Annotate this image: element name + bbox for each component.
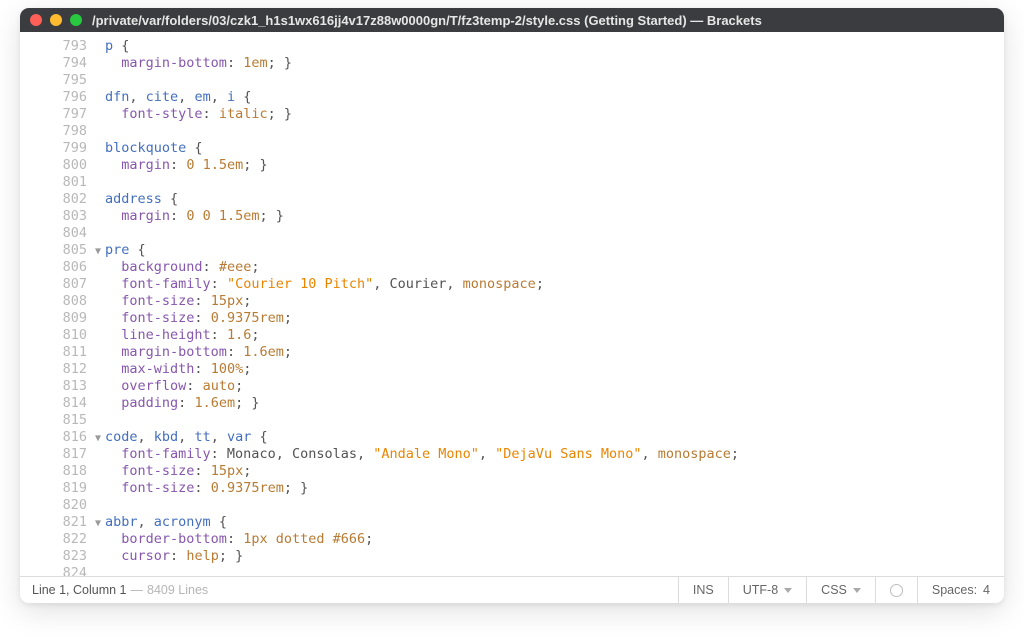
fold-toggle-icon[interactable]: ▼ (95, 515, 101, 532)
insert-mode-toggle[interactable]: INS (678, 577, 728, 603)
code-line[interactable]: background: #eee; (105, 259, 1004, 276)
line-number[interactable]: 796 (20, 89, 105, 106)
code-line[interactable]: font-size: 15px; (105, 293, 1004, 310)
line-number[interactable]: 809 (20, 310, 105, 327)
code-line[interactable]: padding: 1.6em; } (105, 395, 1004, 412)
line-number[interactable]: 799 (20, 140, 105, 157)
code-line[interactable]: pre { (105, 242, 1004, 259)
statusbar: Line 1, Column 1 — 8409 Lines INS UTF-8 … (20, 576, 1004, 603)
code-line[interactable]: margin: 0 0 1.5em; } (105, 208, 1004, 225)
code-line[interactable]: border-bottom: 1px dotted #666; (105, 531, 1004, 548)
chevron-down-icon (784, 588, 792, 593)
code-line[interactable] (105, 72, 1004, 89)
line-number[interactable]: 807 (20, 276, 105, 293)
cursor-position[interactable]: Line 1, Column 1 — 8409 Lines (20, 583, 208, 597)
line-number[interactable]: 805▼ (20, 242, 105, 259)
chevron-down-icon (853, 588, 861, 593)
line-number[interactable]: 812 (20, 361, 105, 378)
line-number[interactable]: 814 (20, 395, 105, 412)
line-number[interactable]: 821▼ (20, 514, 105, 531)
code-editor[interactable]: 793794795796797798799800801802803804805▼… (20, 32, 1004, 576)
line-number[interactable]: 804 (20, 225, 105, 242)
lint-status[interactable] (875, 577, 917, 603)
minimize-icon[interactable] (50, 14, 62, 26)
titlebar: /private/var/folders/03/czk1_h1s1wx616jj… (20, 8, 1004, 32)
line-number[interactable]: 811 (20, 344, 105, 361)
traffic-lights (30, 14, 82, 26)
code-line[interactable] (105, 565, 1004, 576)
line-number[interactable]: 803 (20, 208, 105, 225)
line-number[interactable]: 798 (20, 123, 105, 140)
fold-toggle-icon[interactable]: ▼ (95, 243, 101, 260)
insert-mode-label: INS (693, 583, 714, 597)
line-number[interactable]: 815 (20, 412, 105, 429)
code-line[interactable]: p { (105, 38, 1004, 55)
spaces-value: 4 (983, 583, 990, 597)
fold-toggle-icon[interactable]: ▼ (95, 430, 101, 447)
line-number[interactable]: 801 (20, 174, 105, 191)
code-area[interactable]: p { margin-bottom: 1em; } dfn, cite, em, … (105, 32, 1004, 576)
line-number[interactable]: 793 (20, 38, 105, 55)
window-title: /private/var/folders/03/czk1_h1s1wx616jj… (92, 13, 762, 28)
code-line[interactable]: margin-bottom: 1em; } (105, 55, 1004, 72)
line-number[interactable]: 795 (20, 72, 105, 89)
lines-sep: — (131, 583, 144, 597)
cursor-text: Line 1, Column 1 (32, 583, 127, 597)
circle-icon (890, 584, 903, 597)
code-line[interactable]: font-size: 0.9375rem; } (105, 480, 1004, 497)
line-number[interactable]: 802 (20, 191, 105, 208)
language-selector[interactable]: CSS (806, 577, 875, 603)
line-number[interactable]: 816▼ (20, 429, 105, 446)
code-line[interactable]: overflow: auto; (105, 378, 1004, 395)
code-line[interactable]: font-size: 0.9375rem; (105, 310, 1004, 327)
code-line[interactable] (105, 497, 1004, 514)
line-number[interactable]: 797 (20, 106, 105, 123)
code-line[interactable]: address { (105, 191, 1004, 208)
indent-settings[interactable]: Spaces: 4 (917, 577, 1004, 603)
code-line[interactable]: font-family: Monaco, Consolas, "Andale M… (105, 446, 1004, 463)
line-number[interactable]: 820 (20, 497, 105, 514)
code-line[interactable]: code, kbd, tt, var { (105, 429, 1004, 446)
code-line[interactable]: font-style: italic; } (105, 106, 1004, 123)
line-number[interactable]: 800 (20, 157, 105, 174)
code-line[interactable] (105, 123, 1004, 140)
zoom-icon[interactable] (70, 14, 82, 26)
line-number[interactable]: 806 (20, 259, 105, 276)
line-number[interactable]: 813 (20, 378, 105, 395)
code-line[interactable] (105, 412, 1004, 429)
code-line[interactable]: margin-bottom: 1.6em; (105, 344, 1004, 361)
line-number[interactable]: 810 (20, 327, 105, 344)
line-number[interactable]: 818 (20, 463, 105, 480)
code-line[interactable] (105, 174, 1004, 191)
code-line[interactable]: line-height: 1.6; (105, 327, 1004, 344)
code-line[interactable]: abbr, acronym { (105, 514, 1004, 531)
line-number[interactable]: 823 (20, 548, 105, 565)
code-line[interactable]: font-size: 15px; (105, 463, 1004, 480)
lines-count: 8409 Lines (147, 583, 208, 597)
code-line[interactable]: blockquote { (105, 140, 1004, 157)
line-number[interactable]: 822 (20, 531, 105, 548)
encoding-label: UTF-8 (743, 583, 778, 597)
code-line[interactable]: margin: 0 1.5em; } (105, 157, 1004, 174)
code-line[interactable]: font-family: "Courier 10 Pitch", Courier… (105, 276, 1004, 293)
line-number[interactable]: 808 (20, 293, 105, 310)
close-icon[interactable] (30, 14, 42, 26)
code-line[interactable]: cursor: help; } (105, 548, 1004, 565)
code-line[interactable]: dfn, cite, em, i { (105, 89, 1004, 106)
gutter[interactable]: 793794795796797798799800801802803804805▼… (20, 32, 105, 576)
line-number[interactable]: 794 (20, 55, 105, 72)
line-number[interactable]: 824 (20, 565, 105, 576)
language-label: CSS (821, 583, 847, 597)
code-line[interactable]: max-width: 100%; (105, 361, 1004, 378)
line-number[interactable]: 817 (20, 446, 105, 463)
editor-window: /private/var/folders/03/czk1_h1s1wx616jj… (20, 8, 1004, 603)
spaces-label: Spaces: (932, 583, 977, 597)
line-number[interactable]: 819 (20, 480, 105, 497)
code-line[interactable] (105, 225, 1004, 242)
encoding-selector[interactable]: UTF-8 (728, 577, 806, 603)
